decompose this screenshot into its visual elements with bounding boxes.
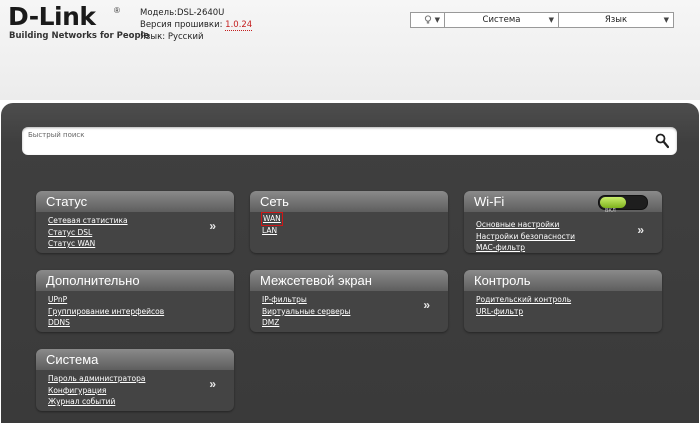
card-title-control: Контроль xyxy=(474,273,531,288)
link-dsl-status[interactable]: Статус DSL xyxy=(48,227,128,239)
expand-status-chevron-icon[interactable]: » xyxy=(209,219,216,233)
logo-registered-mark: ® xyxy=(114,6,120,15)
link-wan[interactable]: WAN xyxy=(261,212,283,226)
dlink-logo: D-Link ® Building Networks for People xyxy=(8,2,149,44)
link-security-settings[interactable]: Настройки безопасности xyxy=(476,231,575,243)
card-header: Статус xyxy=(36,191,234,212)
model-line: Модель:DSL-2640U xyxy=(140,7,252,19)
link-virtual-servers[interactable]: Виртуальные серверы xyxy=(262,306,350,318)
link-parental-control[interactable]: Родительский контроль xyxy=(476,294,571,306)
card-title-advanced: Дополнительно xyxy=(46,273,140,288)
link-basic-settings[interactable]: Основные настройки xyxy=(476,219,575,231)
card-system: Система Пароль администратора Конфигурац… xyxy=(36,349,234,411)
expand-system-chevron-icon[interactable]: » xyxy=(209,377,216,391)
link-dmz[interactable]: DMZ xyxy=(262,317,350,329)
model-label: Модель: xyxy=(140,8,177,18)
expand-wifi-chevron-icon[interactable]: » xyxy=(637,223,644,237)
card-network: Сеть WAN LAN xyxy=(250,191,448,253)
card-header: Дополнительно xyxy=(36,270,234,291)
search-placeholder: Быстрый поиск xyxy=(28,131,85,139)
system-menu[interactable]: Система ▼ xyxy=(445,13,559,27)
chevron-down-icon: ▼ xyxy=(548,16,554,24)
card-header: Контроль xyxy=(464,270,662,291)
language-value: Русский xyxy=(167,32,204,42)
link-ddns[interactable]: DDNS xyxy=(48,317,164,329)
link-event-log[interactable]: Журнал событий xyxy=(48,396,145,408)
card-advanced: Дополнительно UPnP Группирование интерфе… xyxy=(36,270,234,332)
link-ip-filters[interactable]: IP-фильтры xyxy=(262,294,350,306)
toggle-on-indicator xyxy=(600,197,626,208)
card-title-firewall: Межсетевой экран xyxy=(260,273,372,288)
card-title-wifi: Wi-Fi xyxy=(474,194,505,209)
top-menu-bar: ▼ Система ▼ Язык ▼ xyxy=(410,12,674,28)
chevron-down-icon: ▼ xyxy=(434,16,440,24)
expand-firewall-chevron-icon[interactable]: » xyxy=(423,298,430,312)
link-interface-grouping[interactable]: Группирование интерфейсов xyxy=(48,306,164,318)
wifi-toggle-label: ВКЛ xyxy=(605,208,616,214)
logo-tagline: Building Networks for People xyxy=(9,31,150,41)
device-info: Модель:DSL-2640U Версия прошивки: 1.0.24… xyxy=(140,7,253,43)
card-firewall: Межсетевой экран IP-фильтры Виртуальные … xyxy=(250,270,448,332)
card-wifi: Wi-Fi ВКЛ Основные настройки Настройки б… xyxy=(464,191,662,253)
card-header: Межсетевой экран xyxy=(250,270,448,291)
link-admin-password[interactable]: Пароль администратора xyxy=(48,373,145,385)
card-header: Wi-Fi xyxy=(464,191,662,212)
firmware-version-link[interactable]: 1.0.24 xyxy=(225,20,253,31)
link-wan-status[interactable]: Статус WAN xyxy=(48,238,128,250)
language-label: Язык: xyxy=(140,32,166,42)
card-title-status: Статус xyxy=(46,194,88,209)
link-upnp[interactable]: UPnP xyxy=(48,294,164,306)
language-menu[interactable]: Язык ▼ xyxy=(559,13,673,27)
card-header: Система xyxy=(36,349,234,370)
lightbulb-icon xyxy=(424,15,431,24)
logo-brand: D-Link xyxy=(8,2,96,31)
language-menu-label: Язык xyxy=(604,15,628,25)
search-icon[interactable] xyxy=(655,133,669,149)
link-network-statistics[interactable]: Сетевая статистика xyxy=(48,215,128,227)
language-line: Язык: Русский xyxy=(140,31,252,43)
firmware-line: Версия прошивки: 1.0.24 xyxy=(140,19,253,31)
card-control: Контроль Родительский контроль URL-фильт… xyxy=(464,270,662,332)
firmware-label: Версия прошивки: xyxy=(140,20,223,30)
model-value: DSL-2640U xyxy=(176,8,225,18)
card-header: Сеть xyxy=(250,191,448,212)
chevron-down-icon: ▼ xyxy=(663,16,669,24)
link-url-filter[interactable]: URL-фильтр xyxy=(476,306,571,318)
system-menu-label: Система xyxy=(482,15,521,25)
quick-search-input[interactable]: Быстрый поиск xyxy=(22,127,677,155)
card-title-system: Система xyxy=(46,352,99,367)
link-mac-filter[interactable]: MAC-фильтр xyxy=(476,242,575,253)
card-title-network: Сеть xyxy=(260,194,289,209)
link-lan[interactable]: LAN xyxy=(262,225,282,237)
help-menu[interactable]: ▼ xyxy=(411,13,445,27)
header: D-Link ® Building Networks for People Мо… xyxy=(0,0,700,100)
card-status: Статус Сетевая статистика Статус DSL Ста… xyxy=(36,191,234,253)
link-configuration[interactable]: Конфигурация xyxy=(48,385,145,397)
